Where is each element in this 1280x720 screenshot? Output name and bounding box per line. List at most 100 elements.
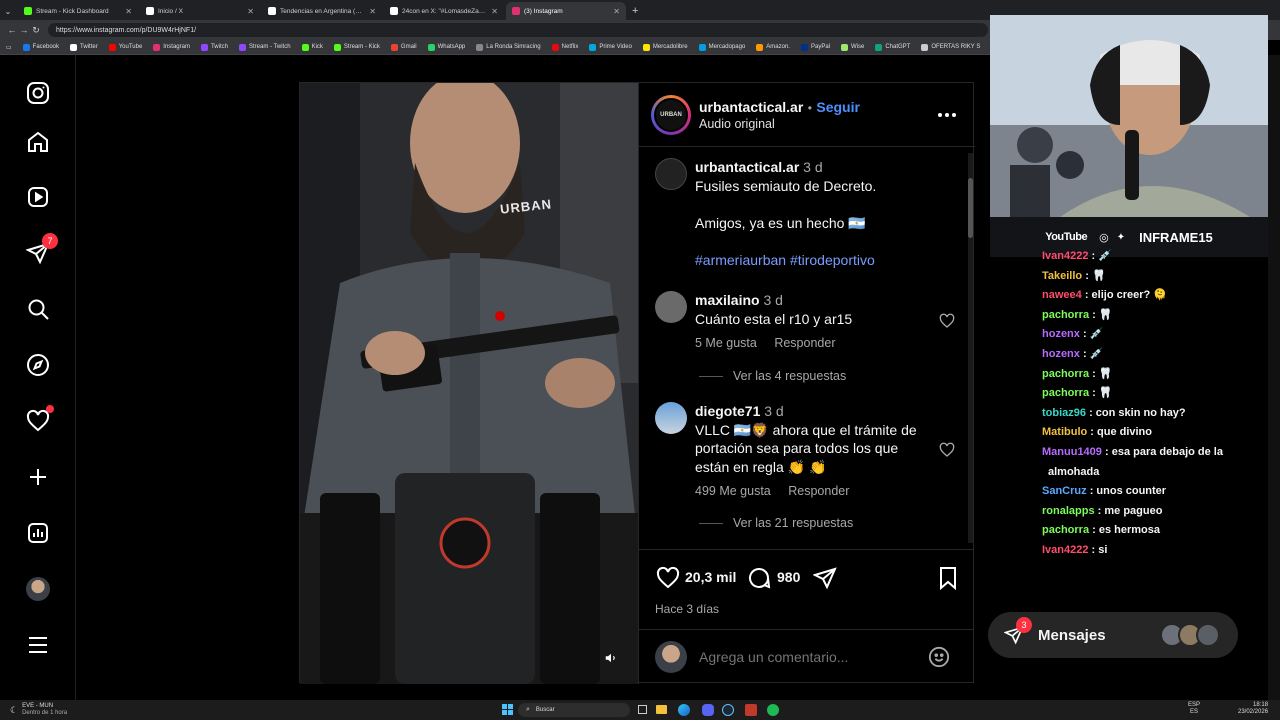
search-icon[interactable] xyxy=(24,295,52,323)
more-options-icon[interactable] xyxy=(937,105,957,125)
bookmark-item[interactable]: ChatGPT xyxy=(875,43,910,51)
menu-hamburger-icon[interactable] xyxy=(24,631,52,659)
view-replies-button[interactable]: Ver las 4 respuestas xyxy=(699,369,846,383)
chat-username[interactable]: nawee4 xyxy=(1042,289,1082,301)
bookmark-item[interactable]: Stream - Twitch xyxy=(238,43,291,51)
commenter-avatar[interactable] xyxy=(655,291,687,323)
bookmark-item[interactable]: Amazon. xyxy=(756,43,790,51)
app-icon[interactable] xyxy=(745,704,757,716)
close-tab-icon[interactable]: ✕ xyxy=(247,7,254,16)
apps-icon[interactable]: ▭ xyxy=(6,44,12,51)
messages-icon[interactable]: 7 xyxy=(24,233,58,267)
chat-username[interactable]: pachorra xyxy=(1042,368,1089,380)
task-view-icon[interactable] xyxy=(638,705,647,714)
messages-button[interactable]: 3 Mensajes xyxy=(988,612,1238,658)
bookmark-item[interactable]: Gmail xyxy=(390,43,417,51)
page-scrollbar[interactable] xyxy=(1268,55,1280,700)
like-comment-heart-icon[interactable] xyxy=(939,442,955,458)
chat-username[interactable]: Manuu1409 xyxy=(1042,446,1102,458)
reply-button[interactable]: Responder xyxy=(788,484,849,498)
close-tab-icon[interactable]: ✕ xyxy=(369,7,376,16)
bookmark-item[interactable]: Netflix xyxy=(551,43,578,51)
author-avatar[interactable]: URBAN xyxy=(651,94,691,135)
bookmark-item[interactable]: WhatsApp xyxy=(427,43,465,51)
audio-label[interactable]: Audio original xyxy=(699,117,860,131)
caption-username[interactable]: urbantactical.ar xyxy=(695,159,799,175)
chat-username[interactable]: pachorra xyxy=(1042,524,1089,536)
chat-username[interactable]: Ivan4222 xyxy=(1042,544,1088,556)
bookmark-item[interactable]: Mercadopago xyxy=(698,43,745,51)
bookmark-item[interactable]: La Ronda Simracing xyxy=(476,43,541,51)
chat-username[interactable]: hozenx xyxy=(1042,328,1080,340)
bookmark-item[interactable]: Twitter xyxy=(70,43,98,51)
browser-tab[interactable]: 24con en X: "#LomasdeZamora lh✕ xyxy=(384,2,504,20)
chat-username[interactable]: Takeillo xyxy=(1042,270,1082,282)
chat-username[interactable]: pachorra xyxy=(1042,309,1089,321)
chat-username[interactable]: Ivan4222 xyxy=(1042,250,1088,262)
chat-username[interactable]: ronalapps xyxy=(1042,505,1095,517)
forward-icon[interactable]: → xyxy=(18,25,30,35)
discord-icon[interactable] xyxy=(702,704,714,716)
steam-icon[interactable] xyxy=(722,704,734,716)
clock[interactable]: 18:18 23/02/2026 xyxy=(1238,702,1268,716)
bookmark-item[interactable]: PayPal xyxy=(800,43,830,51)
bookmark-item[interactable]: OFERTAS RIKY S xyxy=(921,43,980,51)
chat-username[interactable]: SanCruz xyxy=(1042,485,1087,497)
profile-avatar[interactable] xyxy=(24,575,52,603)
browser-tab[interactable]: Inicio / X ✕ xyxy=(140,2,260,20)
chat-username[interactable]: Matibulo xyxy=(1042,426,1087,438)
chat-username[interactable]: hozenx xyxy=(1042,348,1080,360)
create-plus-icon[interactable] xyxy=(24,463,52,491)
comment-count[interactable]: 980 xyxy=(777,569,800,585)
instagram-logo-icon[interactable] xyxy=(24,79,52,107)
save-bookmark-icon[interactable] xyxy=(938,566,958,591)
home-icon[interactable] xyxy=(24,128,52,156)
bookmark-item[interactable]: YouTube xyxy=(108,43,142,51)
comment-likes[interactable]: 499 Me gusta xyxy=(695,484,771,498)
caption-hashtags[interactable]: #armeriaurban #tirodeportivo xyxy=(695,252,875,268)
like-count[interactable]: 20,3 mil xyxy=(685,569,736,585)
like-heart-icon[interactable] xyxy=(655,566,681,590)
bookmark-item[interactable]: Twitch xyxy=(200,43,228,51)
explore-icon[interactable] xyxy=(24,351,52,379)
bookmark-item[interactable]: Mercadolibre xyxy=(642,43,688,51)
close-tab-icon[interactable]: ✕ xyxy=(125,7,132,16)
language-indicator[interactable]: ESP ES xyxy=(1188,702,1200,716)
bookmark-item[interactable]: Prime Video xyxy=(589,43,632,51)
bookmark-item[interactable]: Facebook xyxy=(22,43,59,51)
browser-tab-active[interactable]: (3) Instagram ✕ xyxy=(506,2,626,20)
weather-widget[interactable]: ☾ EVE - MUN Dentro de 1 hora xyxy=(10,703,67,717)
comment-likes[interactable]: 5 Me gusta xyxy=(695,336,757,350)
author-username[interactable]: urbantactical.ar xyxy=(699,99,803,115)
comment-input[interactable] xyxy=(699,648,919,665)
bookmark-item[interactable]: Kick xyxy=(301,43,323,51)
view-replies-button[interactable]: Ver las 21 respuestas xyxy=(699,516,853,530)
browser-tab[interactable]: Stream - Kick Dashboard ✕ xyxy=(18,2,138,20)
like-comment-heart-icon[interactable] xyxy=(939,313,955,329)
chat-username[interactable]: pachorra xyxy=(1042,387,1089,399)
edge-icon[interactable] xyxy=(678,704,690,716)
tab-search-icon[interactable]: ⌄ xyxy=(0,2,16,20)
mute-icon[interactable] xyxy=(602,649,620,667)
browser-tab[interactable]: Tendencias en Argentina (@porqu✕ xyxy=(262,2,382,20)
author-avatar-small[interactable] xyxy=(655,158,687,190)
taskbar-search[interactable]: ⌕ Buscar xyxy=(518,703,630,717)
dashboard-icon[interactable] xyxy=(24,519,52,547)
commenter-username[interactable]: maxilaino xyxy=(695,292,760,308)
url-input[interactable]: https://www.instagram.com/p/DU9W4rHjNF1/ xyxy=(48,23,988,37)
notifications-heart-icon[interactable] xyxy=(24,405,54,435)
file-explorer-icon[interactable] xyxy=(656,705,667,714)
close-tab-icon[interactable]: ✕ xyxy=(613,7,620,16)
start-button[interactable] xyxy=(502,704,513,715)
emoji-icon[interactable] xyxy=(928,646,950,668)
comments-scroll-thumb[interactable] xyxy=(968,178,973,238)
bookmark-item[interactable]: Instagram xyxy=(153,43,190,51)
post-video[interactable]: URBAN xyxy=(300,83,638,684)
spotify-icon[interactable] xyxy=(767,704,779,716)
commenter-username[interactable]: diegote71 xyxy=(695,403,760,419)
close-tab-icon[interactable]: ✕ xyxy=(491,7,498,16)
follow-button[interactable]: Seguir xyxy=(816,99,860,115)
comment-bubble-icon[interactable] xyxy=(747,566,771,590)
bookmark-item[interactable]: Wise xyxy=(841,43,864,51)
new-tab-button[interactable]: + xyxy=(632,2,638,20)
